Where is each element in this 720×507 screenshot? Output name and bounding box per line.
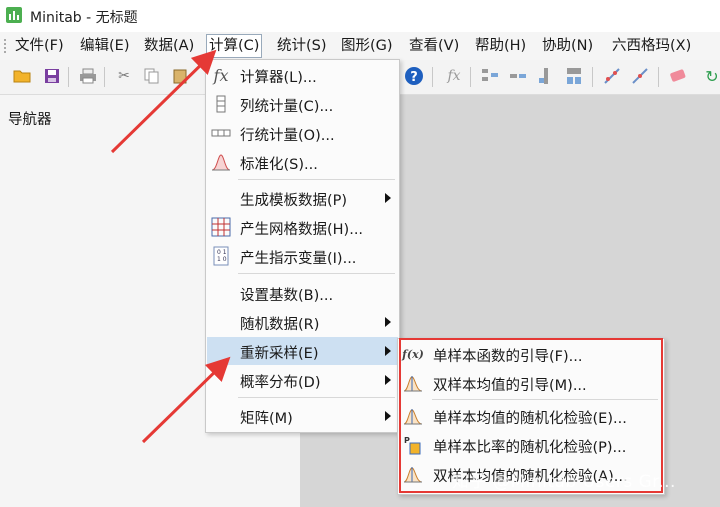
menu-assist[interactable]: 协助(N) (540, 35, 595, 57)
menu-item-label: 行统计量(O)... (240, 128, 335, 144)
menu-calc[interactable]: 计算(C) (205, 34, 263, 58)
tool-e-icon[interactable] (602, 66, 622, 86)
menu-item-label: 产生指示变量(I)... (240, 251, 357, 267)
submenu-item-bootstrap-2sample-means[interactable]: 双样本均值的引导(M)... (399, 369, 663, 397)
svg-text:0 1: 0 1 (217, 249, 227, 256)
menu-help[interactable]: 帮助(H) (473, 35, 528, 57)
menu-file[interactable]: 文件(F) (13, 35, 66, 57)
fx-small-icon: f(x) (402, 347, 424, 361)
menu-item-label: 重新采样(E) (240, 346, 319, 362)
navigator-title: 导航器 (8, 112, 52, 128)
menu-item-label: 随机数据(R) (240, 317, 320, 333)
fx-toolbar-icon[interactable]: fx (444, 66, 464, 86)
distribution-icon (403, 464, 423, 484)
menu-item-standardize[interactable]: 标准化(S)... (207, 148, 398, 176)
help-icon[interactable]: ? (404, 66, 424, 86)
tool-a-icon[interactable] (480, 66, 500, 86)
menu-data[interactable]: 数据(A) (142, 35, 196, 57)
menu-edit[interactable]: 编辑(E) (78, 35, 131, 57)
menu-item-indicator-vars[interactable]: 0 11 0 产生指示变量(I)... (207, 242, 398, 270)
menu-item-label: 双样本均值的引导(M)... (433, 378, 587, 394)
indicator-icon: 0 11 0 (211, 246, 231, 266)
title-bar: Minitab - 无标题 (0, 0, 720, 32)
open-folder-icon[interactable] (12, 66, 32, 86)
submenu-item-bootstrap-1sample[interactable]: f(x) 单样本函数的引导(F)... (399, 340, 663, 368)
menu-item-label: 概率分布(D) (240, 375, 321, 391)
menu-item-generate-pattern[interactable]: 生成模板数据(P) (207, 184, 398, 212)
menubar-grip (4, 39, 8, 53)
submenu-arrow-icon (385, 375, 391, 385)
menu-item-label: 计算器(L)... (240, 70, 317, 86)
menu-item-label: 单样本比率的随机化检验(P)... (433, 440, 627, 456)
menu-item-row-stats[interactable]: 行统计量(O)... (207, 119, 398, 147)
menu-item-label: 标准化(S)... (240, 157, 318, 173)
bell-curve-icon (211, 152, 231, 172)
menu-item-label: 单样本均值的随机化检验(E)... (433, 411, 627, 427)
submenu-arrow-icon (385, 317, 391, 327)
svg-text:?: ? (410, 70, 418, 85)
menu-graph[interactable]: 图形(G) (339, 35, 395, 57)
menu-item-matrices[interactable]: 矩阵(M) (207, 402, 398, 430)
print-icon[interactable] (78, 66, 98, 86)
tool-d-icon[interactable] (564, 66, 584, 86)
distribution-icon (403, 406, 423, 426)
menu-item-probability-dist[interactable]: 概率分布(D) (207, 366, 398, 394)
menu-item-label: 矩阵(M) (240, 411, 293, 427)
calc-dropdown-menu: fx 计算器(L)... 列统计量(C)... 行统计量(O)... 标准化(S… (205, 59, 400, 433)
column-icon (211, 94, 231, 114)
tool-c-icon[interactable] (536, 66, 556, 86)
menu-bar: 文件(F) 编辑(E) 数据(A) 计算(C) 统计(S) 图形(G) 查看(V… (0, 32, 720, 60)
svg-text:1 0: 1 0 (217, 256, 227, 263)
menu-item-resampling[interactable]: 重新采样(E) (207, 337, 398, 365)
menu-item-make-mesh[interactable]: 产生网格数据(H)... (207, 213, 398, 241)
submenu-arrow-icon (385, 411, 391, 421)
menu-item-label: 产生网格数据(H)... (240, 222, 364, 238)
row-icon (211, 123, 231, 143)
cut-icon[interactable]: ✂ (114, 66, 134, 86)
fx-icon: fx (213, 65, 229, 85)
proportion-icon: P (403, 435, 423, 455)
minitab-logo-icon (6, 7, 22, 23)
save-icon[interactable] (42, 66, 62, 86)
menu-item-label: 设置基数(B)... (240, 288, 334, 304)
menu-item-set-base[interactable]: 设置基数(B)... (207, 279, 398, 307)
menu-item-calculator[interactable]: fx 计算器(L)... (207, 61, 398, 89)
menu-stat[interactable]: 统计(S) (275, 35, 329, 57)
tool-b-icon[interactable] (508, 66, 528, 86)
paste-icon[interactable] (170, 66, 190, 86)
menu-six-sigma[interactable]: 六西格玛(X) (610, 35, 693, 57)
window-title: Minitab - 无标题 (30, 10, 138, 26)
refresh-icon[interactable]: ↻ (702, 66, 720, 86)
distribution-icon (403, 373, 423, 393)
grid-icon (211, 217, 231, 237)
menu-item-label: 单样本函数的引导(F)... (433, 349, 583, 365)
eraser-icon[interactable] (668, 66, 688, 86)
submenu-item-randomization-1sample-mean[interactable]: 单样本均值的随机化检验(E)... (399, 402, 663, 430)
menu-item-column-stats[interactable]: 列统计量(C)... (207, 90, 398, 118)
menu-item-random-data[interactable]: 随机数据(R) (207, 308, 398, 336)
watermark: 知乎 @Minitab Users Gr... (452, 472, 676, 492)
submenu-item-randomization-1sample-proportion[interactable]: P 单样本比率的随机化检验(P)... (399, 431, 663, 459)
menu-item-label: 生成模板数据(P) (240, 193, 348, 209)
svg-text:P: P (404, 436, 410, 445)
menu-item-label: 列统计量(C)... (240, 99, 334, 115)
tool-f-icon[interactable] (630, 66, 650, 86)
submenu-arrow-icon (385, 193, 391, 203)
menu-view[interactable]: 查看(V) (407, 35, 461, 57)
submenu-arrow-icon (385, 346, 391, 356)
copy-icon[interactable] (142, 66, 162, 86)
